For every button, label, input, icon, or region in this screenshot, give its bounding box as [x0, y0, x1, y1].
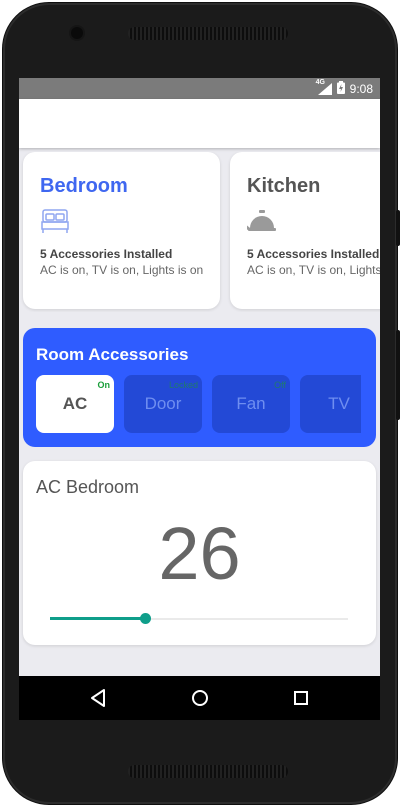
panel-title: Room Accessories [36, 345, 189, 364]
accessory-tile-fan[interactable]: Fan Off [212, 375, 290, 433]
room-card-bedroom[interactable]: Bedroom 5 Accessories Installed AC is on… [23, 152, 220, 309]
temperature-value: 26 [158, 512, 241, 595]
bottom-speaker [128, 765, 288, 778]
volume-button [396, 330, 400, 420]
accessory-tile-ac[interactable]: AC On [36, 375, 114, 433]
room-name: Kitchen [247, 175, 321, 197]
recents-icon[interactable] [290, 687, 312, 709]
accessory-label: Door [144, 394, 182, 413]
room-status: AC is on, TV is on, Lights is on [247, 263, 380, 277]
network-type: 4G [315, 79, 325, 86]
clock: 9:08 [349, 82, 373, 96]
signal-icon: 4G [316, 79, 332, 95]
accessory-state: On [97, 380, 111, 390]
earpiece-speaker [128, 27, 288, 40]
app-bar [19, 99, 380, 148]
accessory-detail-card: AC Bedroom 26 [23, 461, 376, 645]
battery-icon [336, 81, 345, 97]
accessory-state: Off [274, 380, 286, 390]
accessory-label: Fan [236, 394, 266, 413]
navigation-bar [19, 676, 380, 720]
accessory-tile-door[interactable]: Door Locked [124, 375, 202, 433]
power-button [396, 210, 400, 246]
front-camera [71, 27, 83, 39]
accessory-label: TV [328, 394, 350, 413]
bed-icon [40, 206, 70, 236]
room-card-kitchen[interactable]: Kitchen 5 Accessories Installed AC is on… [230, 152, 380, 309]
slider-thumb[interactable] [140, 613, 152, 624]
accessories-count: 5 Accessories Installed [247, 247, 380, 261]
back-icon[interactable] [88, 687, 110, 709]
slider-fill [50, 617, 146, 620]
room-list: Bedroom 5 Accessories Installed AC is on… [19, 152, 380, 312]
status-bar: 4G 9:08 [19, 78, 380, 99]
accessory-label: AC [62, 394, 88, 413]
screen: 4G 9:08 Bedroom 5 Accessories Installed … [19, 78, 380, 720]
room-accessories-panel: Room Accessories AC On Door Locked Fan O… [23, 328, 376, 447]
room-name: Bedroom [40, 175, 128, 197]
cloche-icon [243, 206, 277, 236]
accessory-list: AC On Door Locked Fan Off TV [36, 375, 361, 434]
accessories-count: 5 Accessories Installed [40, 247, 173, 261]
room-status: AC is on, TV is on, Lights is on [40, 263, 204, 277]
accessory-tile-tv[interactable]: TV [300, 375, 361, 433]
temperature-slider[interactable] [50, 611, 348, 627]
detail-title: AC Bedroom [36, 477, 140, 497]
home-icon[interactable] [189, 687, 211, 709]
accessory-state: Locked [168, 380, 198, 390]
